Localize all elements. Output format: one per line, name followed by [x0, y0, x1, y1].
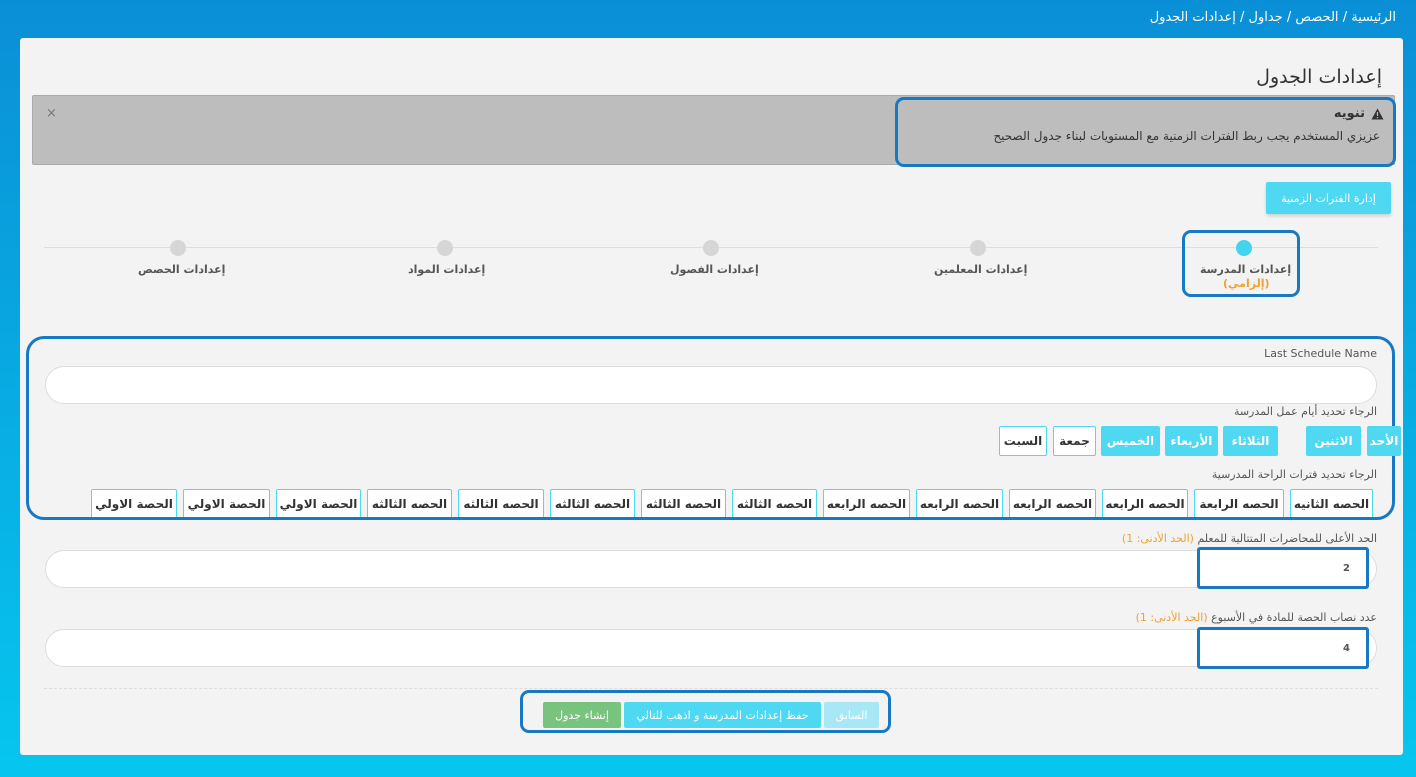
- weekly-quota-label-text: عدد نصاب الحصة للمادة في الأسبوع: [1211, 611, 1377, 624]
- day-tuesday-toggle[interactable]: الثلاثاء: [1223, 426, 1278, 456]
- break-period-option[interactable]: الحصه الرابعه: [1102, 489, 1188, 517]
- previous-button[interactable]: السابق: [824, 702, 879, 728]
- alert-message: عزيزي المستخدم يجب ربط الفترات الزمنية م…: [993, 129, 1380, 143]
- alert-title-text: تنويه: [1333, 106, 1365, 121]
- save-and-next-button[interactable]: حفظ إعدادات المدرسة و اذهب للتالي: [624, 702, 821, 728]
- schedule-name-input[interactable]: [45, 366, 1377, 404]
- break-period-option[interactable]: الحصه الثالثه: [641, 489, 726, 517]
- step-label-classes[interactable]: إعدادات الفصول: [670, 263, 759, 276]
- workdays-label: الرجاء تحديد أيام عمل المدرسة: [1233, 405, 1377, 418]
- weekly-quota-input[interactable]: 4: [1197, 627, 1369, 669]
- breadcrumb-current: إعدادات الجدول: [1149, 10, 1236, 25]
- alert-title: تنويه: [1334, 106, 1384, 121]
- day-saturday-toggle[interactable]: السبت: [999, 426, 1047, 456]
- max-consecutive-input[interactable]: 2: [1197, 547, 1369, 589]
- step-label-periods[interactable]: إعدادات الحصص: [138, 263, 225, 276]
- warning-triangle-icon: [1371, 108, 1384, 119]
- break-period-option[interactable]: الحصه الرابعه: [1009, 489, 1096, 517]
- break-period-option[interactable]: الحصه الثالثه: [732, 489, 817, 517]
- break-period-option[interactable]: الحصه الثانيه: [1290, 489, 1373, 517]
- breaks-label: الرجاء تحديد فترات الراحة المدرسية: [1211, 468, 1377, 481]
- step-label-subjects[interactable]: إعدادات المواد: [408, 263, 485, 276]
- break-period-option[interactable]: الحصة الاولي: [276, 489, 361, 517]
- step-dot-classes[interactable]: [703, 240, 719, 256]
- break-period-option[interactable]: الحصه الثالثه: [367, 489, 452, 517]
- breadcrumb-separator: /: [1239, 10, 1245, 25]
- break-period-option[interactable]: الحصه الثالثه: [550, 489, 635, 517]
- close-icon[interactable]: ×: [46, 106, 57, 121]
- day-thursday-toggle[interactable]: الخميس: [1101, 426, 1160, 456]
- breadcrumb-schedules[interactable]: جداول: [1249, 10, 1283, 25]
- breadcrumb: الرئيسية / الحصص / جداول / إعدادات الجدو…: [1150, 10, 1396, 25]
- step-dot-teachers[interactable]: [970, 240, 986, 256]
- day-wednesday-toggle[interactable]: الأربعاء: [1165, 426, 1218, 456]
- form-divider: [44, 688, 1378, 689]
- day-sunday-toggle[interactable]: الأحد: [1367, 426, 1401, 456]
- step-dot-subjects[interactable]: [437, 240, 453, 256]
- max-consecutive-field-bg: [45, 550, 1377, 588]
- day-monday-toggle[interactable]: الاثنين: [1306, 426, 1361, 456]
- breadcrumb-home[interactable]: الرئيسية: [1351, 10, 1396, 25]
- breadcrumb-separator: /: [1286, 10, 1292, 25]
- max-consecutive-label: الحد الأعلى للمحاضرات المتتالية للمعلم (…: [1122, 532, 1377, 545]
- max-consecutive-hint: (الحد الأدنى: 1): [1121, 532, 1194, 545]
- step-highlight: [1182, 230, 1300, 297]
- max-consecutive-label-text: الحد الأعلى للمحاضرات المتتالية للمعلم: [1197, 532, 1377, 545]
- step-label-teachers[interactable]: إعدادات المعلمين: [934, 263, 1027, 276]
- schedule-name-label: Last Schedule Name: [1264, 347, 1377, 360]
- breadcrumb-classes[interactable]: الحصص: [1295, 10, 1338, 25]
- break-period-option[interactable]: الحصة الاولي: [91, 489, 177, 517]
- break-period-option[interactable]: الحصة الاولي: [183, 489, 270, 517]
- break-period-option[interactable]: الحصه الثالثه: [458, 489, 544, 517]
- break-period-option[interactable]: الحصه الرابعه: [916, 489, 1003, 517]
- weekly-quota-hint: (الحد الأدنى: 1): [1135, 611, 1208, 624]
- break-period-option[interactable]: الحصه الرابعه: [823, 489, 910, 517]
- create-schedule-button[interactable]: إنشاء جدول: [543, 702, 621, 728]
- step-dot-periods[interactable]: [170, 240, 186, 256]
- break-period-option[interactable]: الحصه الرابعة: [1194, 489, 1284, 517]
- page-title: إعدادات الجدول: [1256, 66, 1382, 88]
- manage-time-periods-button[interactable]: إدارة الفترات الزمنية: [1266, 182, 1391, 214]
- weekly-quota-field-bg: [45, 629, 1377, 667]
- weekly-quota-label: عدد نصاب الحصة للمادة في الأسبوع (الحد ا…: [1136, 611, 1377, 624]
- breadcrumb-separator: /: [1342, 10, 1348, 25]
- day-friday-toggle[interactable]: جمعة: [1053, 426, 1096, 456]
